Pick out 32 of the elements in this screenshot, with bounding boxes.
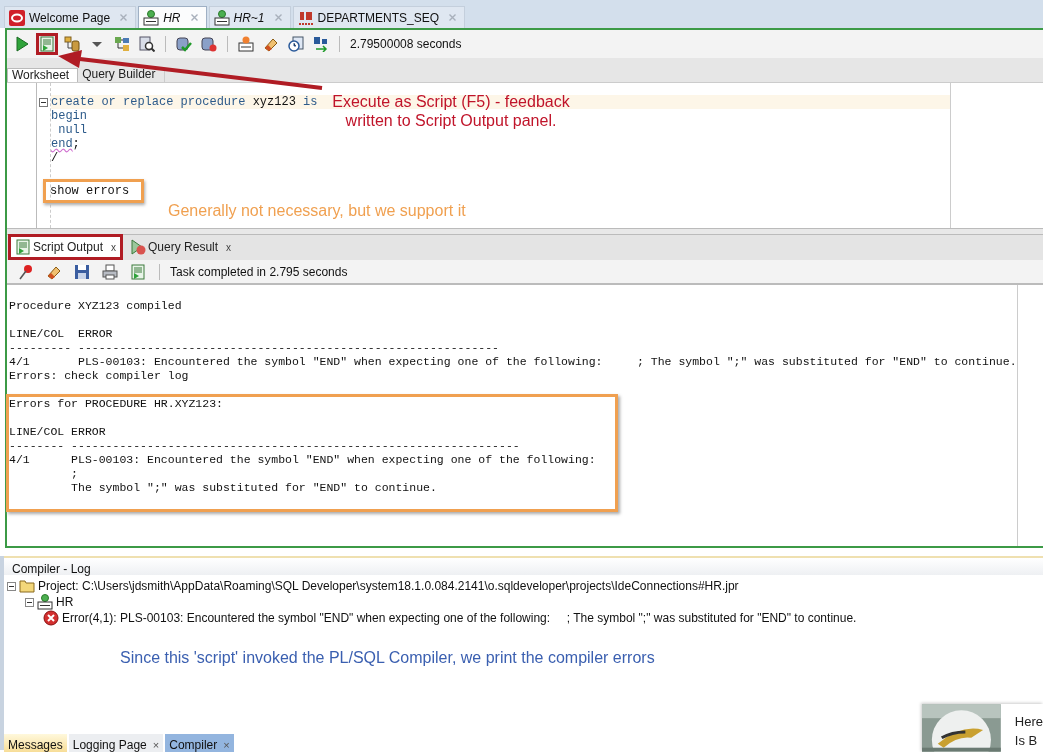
code-line: /	[51, 151, 59, 165]
tree-item[interactable]: Error(4,1): PLS-00103: Encountered the symbol "END" when expecting one of the following: ; The symbol ";" was substituted for "END" to continue.	[62, 609, 857, 627]
document-tab[interactable]: HR	[138, 6, 207, 28]
code-line: show errors	[50, 184, 130, 198]
close-button[interactable]: ×	[223, 739, 230, 751]
editor-tab[interactable]: Query Builder	[78, 68, 165, 82]
code-line: end;	[51, 137, 80, 151]
elapsed-time: 2.79500008 seconds	[350, 36, 462, 53]
editor-tab[interactable]: Worksheet	[7, 68, 79, 82]
annotation-text: Execute as Script (F5) - feedback written to Script Output panel.	[331, 92, 571, 130]
tree-item[interactable]: Project: C:\Users\jdsmith\AppData\Roaming\SQL Developer\system18.1.0.084.2141\o.sqldeveloper\projects\IdeConnections#HR.jpr	[38, 577, 739, 595]
bottom-tab[interactable]: Messages	[4, 734, 67, 752]
output-tab[interactable]: Script Output x	[8, 234, 124, 260]
annotation-text: Since this 'script' invoked the PL/SQL Compiler, we print the compiler errors	[120, 648, 656, 668]
close-button[interactable]: x	[226, 239, 232, 255]
panel-title: Compiler - Log	[4, 556, 1043, 575]
close-button[interactable]: ×	[152, 739, 160, 751]
notification-text: Here	[1014, 713, 1043, 731]
notification-text: Is B	[1014, 732, 1039, 750]
output-tab[interactable]: Query Result x	[123, 234, 239, 260]
bottom-tab[interactable]: Logging Page ×	[68, 734, 164, 752]
close-button[interactable]: x	[111, 239, 117, 255]
code-line: begin	[51, 109, 87, 123]
code-line: create or replace procedure xyz123 is	[51, 95, 318, 109]
bottom-tab[interactable]: Compiler ×	[165, 734, 234, 752]
task-status: Task completed in 2.795 seconds	[170, 263, 348, 281]
document-tab[interactable]: DEPARTMENTS_SEQ	[292, 6, 466, 28]
code-line: null	[57, 123, 87, 137]
annotation-text: Generally not necessary, but we support it	[168, 201, 466, 220]
document-tab[interactable]: Welcome Page	[4, 6, 137, 28]
document-tab[interactable]: HR~1	[208, 6, 291, 28]
tree-item[interactable]: HR	[56, 593, 74, 611]
